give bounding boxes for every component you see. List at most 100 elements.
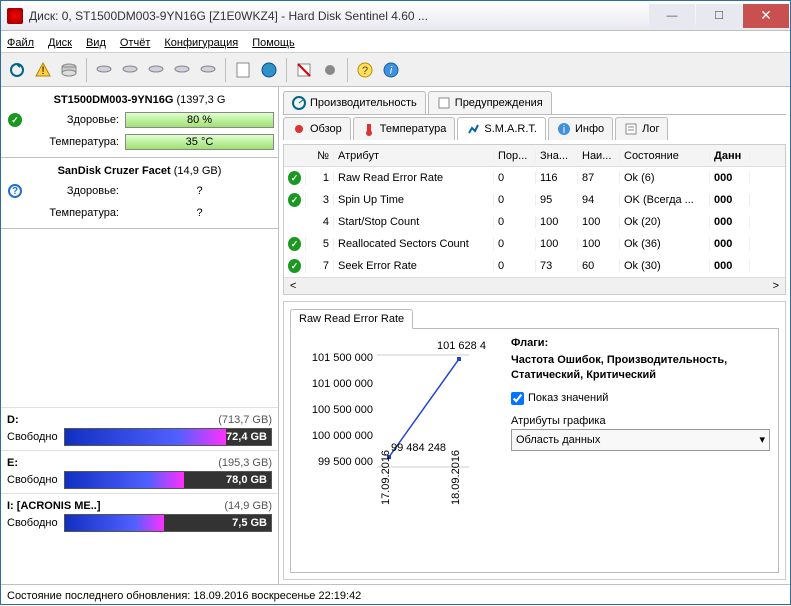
tools-icon[interactable]: [318, 58, 342, 82]
smart-row[interactable]: 7 Seek Error Rate 0 73 60 Ok (30) 000: [284, 255, 785, 277]
tab-лог[interactable]: Лог: [615, 117, 668, 140]
smart-attr: Seek Error Rate: [334, 260, 494, 272]
menu-help[interactable]: Помощь: [252, 35, 295, 49]
globe-icon[interactable]: [257, 58, 281, 82]
smart-row[interactable]: 4 Start/Stop Count 0 100 100 Ok (20) 000: [284, 211, 785, 233]
smart-worst: 100: [578, 216, 620, 228]
smart-attr: Spin Up Time: [334, 194, 494, 206]
smart-threshold: 0: [494, 260, 536, 272]
smart-row[interactable]: 5 Reallocated Sectors Count 0 100 100 Ok…: [284, 233, 785, 255]
free-bar: 78,0 GB: [64, 471, 272, 489]
help-icon[interactable]: ?: [353, 58, 377, 82]
menu-report[interactable]: Отчёт: [120, 35, 150, 49]
refresh-icon[interactable]: [5, 58, 29, 82]
graph-panel: Raw Read Error Rate 101 628 4 101 500 00…: [283, 301, 786, 580]
smart-row[interactable]: 1 Raw Read Error Rate 0 116 87 Ok (6) 00…: [284, 167, 785, 189]
ok-icon: [288, 259, 301, 273]
disk-name: ST1500DM003-9YN16G (1397,3 G: [5, 91, 274, 109]
menu-file[interactable]: Файл: [7, 35, 34, 49]
svg-text:101 628 4: 101 628 4: [437, 340, 486, 352]
temp-value: ?: [125, 207, 274, 219]
partition-item[interactable]: D:(713,7 GB) Свободно72,4 GB: [1, 407, 278, 450]
smart-attr: Start/Stop Count: [334, 216, 494, 228]
disk-block[interactable]: ST1500DM003-9YN16G (1397,3 G Здоровье:80…: [1, 87, 278, 158]
smart-data: 000: [710, 260, 750, 272]
tab-температура[interactable]: Температура: [353, 117, 456, 140]
info-icon: i: [557, 122, 571, 136]
window-titlebar: Диск: 0, ST1500DM003-9YN16G [Z1E0WKZ4] -…: [1, 1, 790, 31]
health-label: Здоровье:: [25, 114, 125, 126]
disk-icon[interactable]: [57, 58, 81, 82]
close-button[interactable]: ✕: [743, 4, 789, 28]
show-values-input[interactable]: [511, 392, 524, 405]
menu-config[interactable]: Конфигурация: [164, 35, 238, 49]
detail-panel: ПроизводительностьПредупреждения ОбзорТе…: [279, 87, 790, 584]
health-value: ?: [125, 185, 274, 197]
perf-icon: [292, 96, 306, 110]
free-bar: 72,4 GB: [64, 428, 272, 446]
smart-data: 000: [710, 194, 750, 206]
temp-icon: [362, 122, 376, 136]
tab-производительность[interactable]: Производительность: [283, 91, 426, 114]
tab-обзор[interactable]: Обзор: [283, 117, 351, 140]
svg-text:17.09.2016: 17.09.2016: [380, 450, 392, 505]
warning-icon[interactable]: !: [31, 58, 55, 82]
window-title: Диск: 0, ST1500DM003-9YN16G [Z1E0WKZ4] -…: [29, 9, 649, 23]
svg-text:99 484 248: 99 484 248: [391, 442, 446, 454]
free-label: Свободно: [7, 474, 58, 486]
disk-block[interactable]: SanDisk Cruzer Facet (14,9 GB) ?Здоровье…: [1, 158, 278, 229]
smart-status: Ok (6): [620, 172, 710, 184]
disk5-icon[interactable]: [170, 58, 194, 82]
ok-icon: [288, 237, 301, 251]
tab-инфо[interactable]: iИнфо: [548, 117, 613, 140]
smart-status: Ok (30): [620, 260, 710, 272]
smart-row[interactable]: 3 Spin Up Time 0 95 94 OK (Всегда ... 00…: [284, 189, 785, 211]
tab-s.m.a.r.t.[interactable]: S.M.A.R.T.: [457, 117, 546, 140]
ok-icon: [8, 113, 22, 127]
smart-table: № Атрибут Пор... Зна... Наи... Состояние…: [283, 144, 786, 295]
partition-item[interactable]: I: [ACRONIS ME..](14,9 GB) Свободно7,5 G…: [1, 493, 278, 536]
smart-value: 100: [536, 238, 578, 250]
smart-threshold: 0: [494, 172, 536, 184]
chevron-down-icon: ▾: [759, 433, 765, 446]
maximize-button[interactable]: ☐: [696, 4, 742, 28]
smart-status: Ok (36): [620, 238, 710, 250]
report-icon[interactable]: [231, 58, 255, 82]
info-icon[interactable]: i: [379, 58, 403, 82]
smart-scrollbar[interactable]: <>: [284, 277, 785, 294]
smart-worst: 60: [578, 260, 620, 272]
minimize-button[interactable]: —: [649, 4, 695, 28]
svg-text:100 500 000: 100 500 000: [312, 404, 373, 416]
smart-value: 116: [536, 172, 578, 184]
svg-text:18.09.2016: 18.09.2016: [450, 450, 462, 505]
combo-label: Атрибуты графика: [511, 415, 770, 427]
disk4-icon[interactable]: [144, 58, 168, 82]
menu-disk[interactable]: Диск: [48, 35, 72, 49]
tabs-bottom: ОбзорТемператураS.M.A.R.T.iИнфоЛог: [283, 115, 786, 140]
svg-text:?: ?: [362, 65, 368, 77]
menu-view[interactable]: Вид: [86, 35, 106, 49]
graph-tab[interactable]: Raw Read Error Rate: [290, 309, 413, 329]
svg-text:100 000 000: 100 000 000: [312, 430, 373, 442]
smart-threshold: 0: [494, 216, 536, 228]
smart-no: 4: [306, 216, 334, 228]
test-icon[interactable]: [292, 58, 316, 82]
svg-text:99 500 000: 99 500 000: [318, 456, 373, 468]
menubar: Файл Диск Вид Отчёт Конфигурация Помощь: [1, 31, 790, 53]
partition-item[interactable]: E:(195,3 GB) Свободно78,0 GB: [1, 450, 278, 493]
svg-text:101 000 000: 101 000 000: [312, 378, 373, 390]
smart-worst: 100: [578, 238, 620, 250]
health-bar: 80 %: [125, 112, 274, 128]
tab-предупреждения[interactable]: Предупреждения: [428, 91, 552, 114]
statusbar: Состояние последнего обновления: 18.09.2…: [1, 584, 790, 606]
smart-threshold: 0: [494, 194, 536, 206]
show-values-checkbox[interactable]: Показ значений: [511, 392, 770, 405]
disk3-icon[interactable]: [118, 58, 142, 82]
temp-label: Температура:: [25, 207, 125, 219]
graph-attribute-combo[interactable]: Область данных▾: [511, 429, 770, 451]
disk6-icon[interactable]: [196, 58, 220, 82]
health-label: Здоровье:: [25, 185, 125, 197]
free-label: Свободно: [7, 431, 58, 443]
drive-letter: E:: [7, 457, 18, 469]
disk2-icon[interactable]: [92, 58, 116, 82]
